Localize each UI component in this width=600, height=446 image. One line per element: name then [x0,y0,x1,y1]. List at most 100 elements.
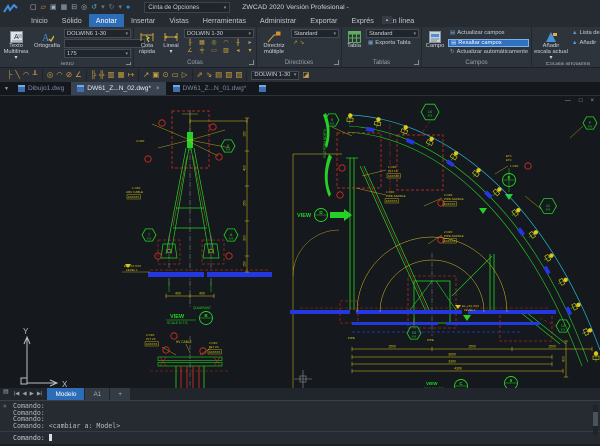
dim-style-toolbar-combo[interactable]: DOLWIN 1-30▾ [251,71,299,80]
document-tab-0[interactable]: Dibujo1.dwg [12,82,70,95]
save-all-icon[interactable]: ▦ [61,4,68,12]
text-style-combo[interactable]: DOLWIN6 1-30▾ [64,29,131,38]
update-fields-button[interactable]: ▤ Actualizar campos [448,29,529,38]
mleader-tool-icon-0[interactable]: ↗ [293,40,298,46]
layout-tab-a1[interactable]: A1 [85,388,109,400]
dim-toolbar-icon-1-2[interactable]: ⊘ [66,69,72,81]
print-icon[interactable]: ⊟ [71,4,77,12]
dialog-launcher-icon[interactable] [414,60,419,65]
spell-check-button[interactable]: A Ortografía [32,29,62,62]
dim-style-combo[interactable]: DOLWIN 1-30▾ [184,29,254,38]
ribbon-tab-anotar[interactable]: Anotar [89,14,124,27]
close-icon[interactable]: × [590,98,594,104]
scale-list-button[interactable]: ▲ Lista de [570,29,600,38]
dim-toolbar-icon-4-1[interactable]: ⇘ [206,69,212,81]
dialog-launcher-icon[interactable] [249,60,254,65]
dim-toolbar-icon-0-2[interactable]: ◠ [23,69,30,81]
dim-toolbar-icon-2-0[interactable]: ╠ [91,69,96,81]
dim-toolbar-icon-4-2[interactable]: ▤ [215,69,222,81]
dim-toolbar-icon-3-0[interactable]: ↗ [143,69,149,81]
drawing-area[interactable]: — □ × [0,95,600,388]
dim-toolbar-icon-1-3[interactable]: ∠ [75,69,82,81]
dim-tool-icon-5[interactable]: ▸ [244,39,256,47]
doc-tab-list-dropdown[interactable]: ▼ [2,82,11,95]
layout-nav-3[interactable]: ▶| [37,391,43,397]
dim-tool-icon-4[interactable]: ╫ [232,39,244,47]
ribbon-tab-vistas[interactable]: Vistas [162,14,195,27]
dim-toolbar-icon-3-1[interactable]: ▣ [152,69,159,81]
dim-toolbar-icon-3-3[interactable]: ▭ [172,69,179,81]
text-height-combo[interactable]: 175▾ [64,49,131,58]
dim-toolbar-icon-0-3[interactable]: ╨ [32,69,37,81]
drawing-canvas[interactable]: 8XXX7XXXAXXX9XXX10XXX11XXX12XXX13XXXFXXX… [0,96,600,388]
dim-tool-icon-10[interactable]: ◂ [232,47,244,55]
auto-update-button[interactable]: ↻ Actualizar automáticamente ▾ [448,48,529,57]
command-close-icon[interactable]: × [3,404,7,410]
save-icon[interactable]: ▣ [50,4,57,12]
field-button[interactable]: Campo [424,29,446,58]
dialog-launcher-icon[interactable] [334,60,339,65]
table-style-combo[interactable]: Standard▾ [366,29,419,38]
dim-toolbar-icon-4-0[interactable]: ⇗ [197,69,203,81]
table-button[interactable]: Tabla [344,29,364,58]
undo-icon[interactable]: ↺ [91,4,97,12]
ribbon-collapse-button[interactable]: ▴ [382,16,392,24]
mleader-style-combo[interactable]: Standard▾ [291,29,339,38]
dim-toolbar-icon-1-0[interactable]: ◎ [47,69,54,81]
redo-dropdown-icon[interactable]: ▾ [119,4,123,12]
dim-toolbar-icon-0-1[interactable]: ╲ [15,69,20,81]
export-table-button[interactable]: ▦ Exporta Tabla [366,39,419,48]
preview-icon[interactable]: ◎ [81,4,87,12]
mleader-tool-icon-1[interactable]: ↘ [300,40,305,46]
dim-tool-icon-1[interactable]: ▦ [196,39,208,47]
command-input[interactable]: Comando: [0,431,600,443]
mtext-button[interactable]: A Texto Multilínea ▾ [2,29,30,62]
dim-toolbar-icon-4-3[interactable]: ▧ [225,69,232,81]
command-window[interactable]: × Comando:Comando:Comando:Comando: <camb… [0,400,600,444]
online-help-icon[interactable]: ● [126,4,130,12]
highlight-fields-button[interactable]: ▤ Resaltar campos [448,39,529,48]
document-tab-1[interactable]: DW61_Z...N_02.dwg*× [71,82,165,95]
redo-icon[interactable]: ↻ [109,4,115,12]
dim-tool-icon-3[interactable]: ◠ [220,39,232,47]
ribbon-tab-s-lido[interactable]: Sólido [55,14,89,27]
linear-dim-button[interactable]: Lineal ▾ [160,29,182,58]
layout-nav-2[interactable]: ▶ [30,391,34,397]
dim-tool-icon-6[interactable]: ∠ [184,47,196,55]
command-scrollbar[interactable] [593,405,598,435]
dim-toolbar-icon-1-1[interactable]: ◠ [56,69,63,81]
minimize-icon[interactable]: — [565,98,571,104]
new-drawing-button[interactable] [253,82,272,95]
dim-toolbar-icon-2-3[interactable]: ▦ [118,69,125,81]
dim-tool-icon-9[interactable]: ▨ [220,47,232,55]
dim-toolbar-icon-0-0[interactable]: ├ [7,69,12,81]
quick-dim-button[interactable]: Cota rápida [136,29,158,58]
ribbon-tab-exportar[interactable]: Exportar [303,14,344,27]
dim-tool-icon-8[interactable]: ▭ [208,47,220,55]
layout-nav-1[interactable]: ◀ [22,391,26,397]
undo-dropdown-icon[interactable]: ▾ [101,4,105,12]
add-current-scale-button[interactable]: Añadir escala actual ▾ [534,29,568,62]
open-file-icon[interactable]: ▱ [41,4,46,12]
dim-toolbar-icon-tail[interactable]: ◪ [302,69,309,81]
add-scale-button[interactable]: ▲ Añadir [570,39,600,48]
layout-tab-+[interactable]: + [110,388,130,400]
ribbon-tab-herramientas[interactable]: Herramientas [196,14,253,27]
dim-tool-icon-11[interactable]: ▾ [244,47,256,55]
ribbon-tab-inicio[interactable]: Inicio [24,14,55,27]
ribbon-tab-administrar[interactable]: Administrar [253,14,303,27]
layout-tab-modelo[interactable]: Modelo [47,388,84,400]
dialog-launcher-icon[interactable] [126,62,131,65]
new-file-icon[interactable]: ▢ [30,4,37,12]
dim-toolbar-icon-2-1[interactable]: ╬ [99,69,104,81]
layout-nav-0[interactable]: |◀ [14,391,20,397]
mleader-button[interactable]: Directriz múltiple [259,29,289,58]
dim-toolbar-icon-3-2[interactable]: ⊙ [162,69,168,81]
dim-toolbar-icon-2-4[interactable]: ↦ [128,69,134,81]
ribbon-tab-insertar[interactable]: Insertar [124,14,162,27]
dim-toolbar-icon-3-4[interactable]: ▷ [182,69,188,81]
dim-tool-icon-2[interactable]: ◎ [208,39,220,47]
dim-tool-icon-0[interactable]: ╟ [184,39,196,47]
ribbon-tab-expr-s[interactable]: Exprés [344,14,380,27]
dim-tool-icon-7[interactable]: ╪ [196,47,208,55]
